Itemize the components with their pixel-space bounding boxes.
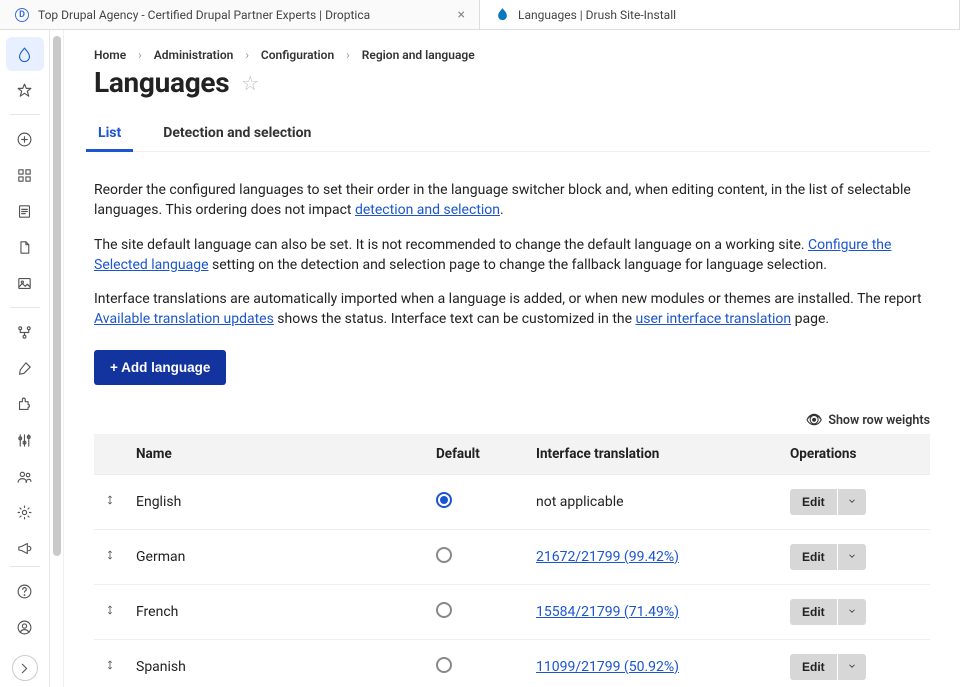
table-row: French 15584/21799 (71.49%) Edit — [94, 584, 930, 639]
rail-star-icon[interactable] — [6, 73, 44, 107]
star-icon[interactable]: ☆ — [241, 71, 259, 95]
intro-text-3: Interface translations are automatically… — [94, 291, 922, 307]
table-row: Spanish 11099/21799 (50.92%) Edit — [94, 639, 930, 687]
show-row-weights[interactable]: 👁 Show row weights — [94, 413, 930, 428]
tab-detection[interactable]: Detection and selection — [159, 117, 315, 151]
tab-title: Top Drupal Agency - Certified Drupal Par… — [38, 8, 450, 22]
rail-help-icon[interactable] — [6, 574, 44, 608]
intro-text-2: The site default language can also be se… — [94, 237, 808, 253]
rail-add-icon[interactable] — [6, 122, 44, 156]
edit-button[interactable]: Edit — [790, 654, 837, 680]
breadcrumb: Home › Administration › Configuration › … — [94, 48, 930, 62]
edit-button[interactable]: Edit — [790, 544, 837, 570]
th-operations: Operations — [780, 434, 930, 475]
rail-drupal-icon[interactable] — [6, 37, 44, 71]
eye-icon: 👁 — [806, 413, 823, 428]
link-detection-selection[interactable]: detection and selection — [355, 202, 500, 218]
rail-page-icon[interactable] — [6, 194, 44, 228]
rail-puzzle-icon[interactable] — [6, 387, 44, 421]
chevron-right-icon: › — [245, 48, 249, 62]
default-radio[interactable] — [436, 657, 452, 673]
browser-tabs: D Top Drupal Agency - Certified Drupal P… — [0, 0, 960, 30]
rail-sliders-icon[interactable] — [6, 423, 44, 457]
scroll-track[interactable] — [50, 30, 64, 687]
rail-gear-icon[interactable] — [6, 495, 44, 529]
rail-users-icon[interactable] — [6, 459, 44, 493]
default-radio[interactable] — [436, 547, 452, 563]
default-radio[interactable] — [436, 602, 452, 618]
rail-brush-icon[interactable] — [6, 351, 44, 385]
breadcrumb-item[interactable]: Administration — [154, 48, 234, 62]
rail-image-icon[interactable] — [6, 266, 44, 300]
browser-tab-0[interactable]: D Top Drupal Agency - Certified Drupal P… — [0, 0, 480, 29]
scroll-thumb[interactable] — [53, 36, 61, 556]
intro-text: Reorder the configured languages to set … — [94, 180, 930, 330]
language-name: German — [126, 529, 426, 584]
show-row-weights-label: Show row weights — [828, 413, 930, 428]
rail-flow-icon[interactable] — [6, 315, 44, 349]
operations-dropdown: Edit — [790, 654, 866, 680]
main-content: Home › Administration › Configuration › … — [64, 30, 960, 687]
rail-file-icon[interactable] — [6, 230, 44, 264]
rail-expand-button[interactable] — [12, 655, 38, 681]
browser-tab-1[interactable]: Languages | Drush Site-Install — [480, 0, 960, 29]
language-name: English — [126, 474, 426, 529]
operations-caret[interactable] — [837, 489, 866, 515]
drag-handle-icon[interactable] — [94, 474, 126, 529]
drag-handle-icon[interactable] — [94, 529, 126, 584]
default-radio[interactable] — [436, 492, 452, 508]
add-language-button[interactable]: + Add language — [94, 350, 226, 385]
operations-caret[interactable] — [837, 599, 866, 625]
rail-grid-icon[interactable] — [6, 158, 44, 192]
translation-status[interactable]: 15584/21799 (71.49%) — [536, 604, 679, 620]
breadcrumb-item[interactable]: Home — [94, 48, 126, 62]
th-name: Name — [126, 434, 426, 475]
operations-dropdown: Edit — [790, 599, 866, 625]
edit-button[interactable]: Edit — [790, 489, 837, 515]
translation-status[interactable]: 21672/21799 (99.42%) — [536, 549, 679, 565]
th-translation: Interface translation — [526, 434, 780, 475]
translation-status[interactable]: 11099/21799 (50.92%) — [536, 659, 679, 675]
close-icon[interactable]: × — [458, 7, 465, 23]
edit-button[interactable]: Edit — [790, 599, 837, 625]
breadcrumb-item[interactable]: Region and language — [362, 48, 475, 62]
chevron-right-icon: › — [346, 48, 350, 62]
rail-account-icon[interactable] — [6, 610, 44, 644]
admin-rail — [0, 30, 50, 687]
favicon-droptica: D — [14, 7, 30, 23]
table-row: English not applicable Edit — [94, 474, 930, 529]
language-name: French — [126, 584, 426, 639]
drag-handle-icon[interactable] — [94, 639, 126, 687]
breadcrumb-item[interactable]: Configuration — [261, 48, 334, 62]
drag-handle-icon[interactable] — [94, 584, 126, 639]
page-tabs: List Detection and selection — [94, 117, 930, 152]
chevron-right-icon: › — [138, 48, 142, 62]
page-title: Languages — [94, 66, 229, 99]
tab-title: Languages | Drush Site-Install — [518, 8, 945, 22]
th-default: Default — [426, 434, 526, 475]
favicon-drupal — [494, 7, 510, 23]
link-available-translation-updates[interactable]: Available translation updates — [94, 311, 274, 327]
translation-status: not applicable — [536, 494, 624, 510]
operations-caret[interactable] — [837, 654, 866, 680]
operations-caret[interactable] — [837, 544, 866, 570]
operations-dropdown: Edit — [790, 544, 866, 570]
table-row: German 21672/21799 (99.42%) Edit — [94, 529, 930, 584]
operations-dropdown: Edit — [790, 489, 866, 515]
language-name: Spanish — [126, 639, 426, 687]
link-user-interface-translation[interactable]: user interface translation — [636, 311, 792, 327]
languages-table: Name Default Interface translation Opera… — [94, 434, 930, 687]
tab-list[interactable]: List — [94, 117, 125, 151]
